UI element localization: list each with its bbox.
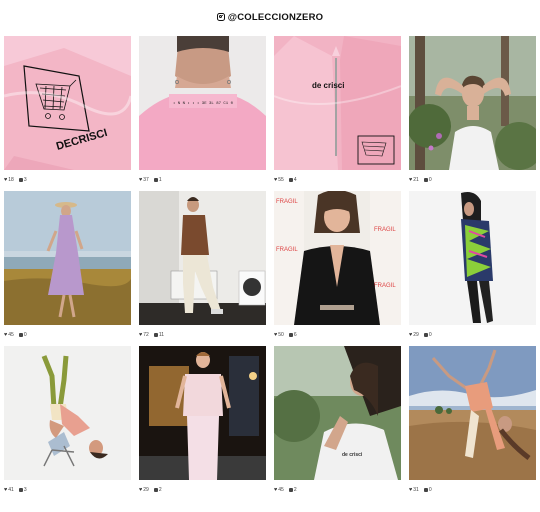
heart-icon: ♥: [409, 332, 413, 338]
likes-count: 50: [278, 332, 284, 338]
post-stats: ♥ 31 0: [409, 485, 536, 495]
heart-icon: ♥: [409, 177, 413, 183]
comment-icon: [153, 178, 158, 182]
post-image[interactable]: [139, 191, 266, 325]
brand-print: de crisci: [312, 81, 344, 90]
post-image[interactable]: de crisci: [274, 36, 401, 170]
post-image[interactable]: [409, 346, 536, 480]
comments-count: 0: [428, 487, 432, 493]
comment-icon: [288, 178, 293, 182]
comment-icon: [153, 333, 158, 337]
heart-icon: ♥: [274, 177, 278, 183]
comment-icon: [153, 488, 158, 492]
post-stats: ♥ 45 2: [274, 485, 401, 495]
post-stats: ♥ 37 1: [139, 175, 266, 185]
instagram-icon: [216, 13, 225, 21]
heart-icon: ♥: [274, 332, 278, 338]
post-11[interactable]: de crisci ♥ 45 2: [274, 346, 401, 495]
post-image[interactable]: [4, 346, 131, 480]
likes-count: 45: [8, 332, 14, 338]
post-image[interactable]: de crisci: [274, 346, 401, 480]
comments-count: 0: [428, 332, 432, 338]
comments-count: 0: [428, 177, 432, 183]
comments-count: 6: [293, 332, 297, 338]
comments-count: 1: [158, 177, 162, 183]
comment-icon: [288, 488, 293, 492]
post-5[interactable]: ♥ 45 0: [4, 191, 131, 340]
heart-icon: ♥: [409, 487, 413, 493]
neck-print: • N N • • • 3E 3L 87 C1 0: [173, 102, 234, 106]
post-8[interactable]: ♥ 29 0: [409, 191, 536, 340]
heart-icon: ♥: [139, 487, 143, 493]
likes-count: 41: [8, 487, 14, 493]
post-stats: ♥ 21 0: [409, 175, 536, 185]
comments-count: 11: [158, 332, 165, 338]
comments-count: 2: [158, 487, 162, 493]
post-image[interactable]: FRAGIL FRAGIL FRAGIL FRAGIL: [274, 191, 401, 325]
svg-text:FRAGIL: FRAGIL: [374, 227, 396, 233]
post-stats: ♥ 29 2: [139, 485, 266, 495]
likes-count: 37: [143, 177, 149, 183]
comments-count: 3: [23, 177, 27, 183]
post-image[interactable]: DECRISCI: [4, 36, 131, 170]
comment-icon: [288, 333, 293, 337]
post-4[interactable]: ♥ 21 0: [409, 36, 536, 185]
post-9[interactable]: ♥ 41 3: [4, 346, 131, 495]
post-stats: ♥ 50 6: [274, 330, 401, 340]
likes-count: 55: [278, 177, 284, 183]
post-2[interactable]: • N N • • • 3E 3L 87 C1 0 ♥ 37 1: [139, 36, 266, 185]
likes-count: 72: [143, 332, 149, 338]
post-12[interactable]: ♥ 31 0: [409, 346, 536, 495]
heart-icon: ♥: [274, 487, 278, 493]
post-1[interactable]: DECRISCI ♥ 18 3: [4, 36, 131, 185]
comment-icon: [18, 488, 23, 492]
heart-icon: ♥: [4, 332, 8, 338]
comment-icon: [423, 333, 428, 337]
post-stats: ♥ 72 11: [139, 330, 266, 340]
comments-count: 2: [293, 487, 297, 493]
post-stats: ♥ 45 0: [4, 330, 131, 340]
comments-count: 0: [23, 332, 27, 338]
likes-count: 31: [413, 487, 419, 493]
post-image[interactable]: [409, 191, 536, 325]
svg-text:FRAGIL: FRAGIL: [276, 247, 298, 253]
post-image[interactable]: [139, 346, 266, 480]
likes-count: 18: [8, 177, 14, 183]
comment-icon: [18, 333, 23, 337]
post-3[interactable]: de crisci ♥ 55 4: [274, 36, 401, 185]
likes-count: 21: [413, 177, 419, 183]
profile-header[interactable]: @COLECCIONZERO: [0, 12, 540, 23]
post-stats: ♥ 29 0: [409, 330, 536, 340]
svg-text:FRAGIL: FRAGIL: [374, 283, 396, 289]
comment-icon: [423, 178, 428, 182]
post-10[interactable]: ♥ 29 2: [139, 346, 266, 495]
post-stats: ♥ 55 4: [274, 175, 401, 185]
heart-icon: ♥: [4, 177, 8, 183]
post-stats: ♥ 41 3: [4, 485, 131, 495]
post-stats: ♥ 18 3: [4, 175, 131, 185]
profile-handle: @COLECCIONZERO: [227, 12, 324, 23]
post-7[interactable]: FRAGIL FRAGIL FRAGIL FRAGIL ♥ 50 6: [274, 191, 401, 340]
comment-icon: [423, 488, 428, 492]
post-image[interactable]: [409, 36, 536, 170]
shirt-print: de crisci: [342, 452, 363, 458]
comment-icon: [18, 178, 23, 182]
likes-count: 45: [278, 487, 284, 493]
post-image[interactable]: • N N • • • 3E 3L 87 C1 0: [139, 36, 266, 170]
tape-print: FRAGIL: [276, 199, 298, 205]
likes-count: 29: [413, 332, 419, 338]
likes-count: 29: [143, 487, 149, 493]
heart-icon: ♥: [139, 177, 143, 183]
post-6[interactable]: ♥ 72 11: [139, 191, 266, 340]
post-image[interactable]: [4, 191, 131, 325]
heart-icon: ♥: [139, 332, 143, 338]
comments-count: 4: [293, 177, 297, 183]
heart-icon: ♥: [4, 487, 8, 493]
comments-count: 3: [23, 487, 27, 493]
